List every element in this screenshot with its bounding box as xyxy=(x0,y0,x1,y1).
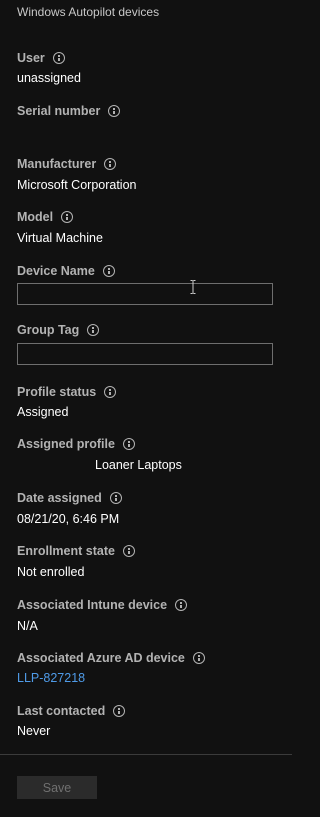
manufacturer-label-text: Manufacturer xyxy=(17,157,97,171)
intune-device-label: Associated Intune device xyxy=(17,597,188,613)
group-tag-field-wrapper xyxy=(17,343,273,365)
info-icon[interactable] xyxy=(102,265,115,277)
info-icon[interactable] xyxy=(61,211,74,223)
device-name-label-text: Device Name xyxy=(17,264,95,278)
azure-ad-device-label-text: Associated Azure AD device xyxy=(17,651,185,665)
assigned-profile-label-text: Assigned profile xyxy=(17,437,115,451)
last-contacted-label: Last contacted xyxy=(17,703,126,719)
last-contacted-value: Never xyxy=(17,724,51,738)
date-assigned-label-text: Date assigned xyxy=(17,491,102,505)
profile-status-label-text: Profile status xyxy=(17,385,97,399)
user-label-text: User xyxy=(17,51,45,65)
info-icon[interactable] xyxy=(104,158,117,170)
last-contacted-label-text: Last contacted xyxy=(17,704,106,718)
info-icon[interactable] xyxy=(108,105,121,117)
info-icon[interactable] xyxy=(104,386,117,398)
profile-status-label: Profile status xyxy=(17,384,117,400)
enrollment-state-value: Not enrolled xyxy=(17,565,85,579)
manufacturer-value: Microsoft Corporation xyxy=(17,178,137,192)
intune-device-value: N/A xyxy=(17,619,38,633)
info-icon[interactable] xyxy=(175,599,188,611)
manufacturer-label: Manufacturer xyxy=(17,156,117,172)
info-icon[interactable] xyxy=(122,438,135,450)
date-assigned-label: Date assigned xyxy=(17,490,122,506)
assigned-profile-value: Loaner Laptops xyxy=(95,458,182,472)
model-value: Virtual Machine xyxy=(17,231,103,245)
text-cursor-icon xyxy=(190,280,196,294)
profile-status-value: Assigned xyxy=(17,405,69,419)
user-value: unassigned xyxy=(17,71,81,85)
info-icon[interactable] xyxy=(192,652,205,664)
model-label-text: Model xyxy=(17,210,54,224)
enrollment-state-label: Enrollment state xyxy=(17,543,135,559)
info-icon[interactable] xyxy=(87,324,100,336)
info-icon[interactable] xyxy=(109,492,122,504)
intune-device-label-text: Associated Intune device xyxy=(17,598,168,612)
enrollment-state-label-text: Enrollment state xyxy=(17,544,115,558)
user-label: User xyxy=(17,50,65,66)
breadcrumb[interactable]: Windows Autopilot devices xyxy=(17,5,159,19)
footer-divider xyxy=(0,754,292,755)
device-name-field-wrapper xyxy=(17,283,273,305)
group-tag-label: Group Tag xyxy=(17,322,100,338)
assigned-profile-label: Assigned profile xyxy=(17,436,135,452)
model-label: Model xyxy=(17,209,74,225)
serial-number-label-text: Serial number xyxy=(17,104,101,118)
group-tag-field[interactable] xyxy=(18,344,272,364)
group-tag-label-text: Group Tag xyxy=(17,323,80,337)
device-name-field[interactable] xyxy=(18,284,272,304)
info-icon[interactable] xyxy=(113,705,126,717)
save-button[interactable]: Save xyxy=(17,776,97,799)
device-name-label: Device Name xyxy=(17,263,115,279)
info-icon[interactable] xyxy=(52,52,65,64)
serial-number-label: Serial number xyxy=(17,103,121,119)
azure-ad-device-label: Associated Azure AD device xyxy=(17,650,205,666)
azure-ad-device-link[interactable]: LLP-827218 xyxy=(17,670,85,686)
date-assigned-value: 08/21/20, 6:46 PM xyxy=(17,512,120,526)
info-icon[interactable] xyxy=(122,545,135,557)
